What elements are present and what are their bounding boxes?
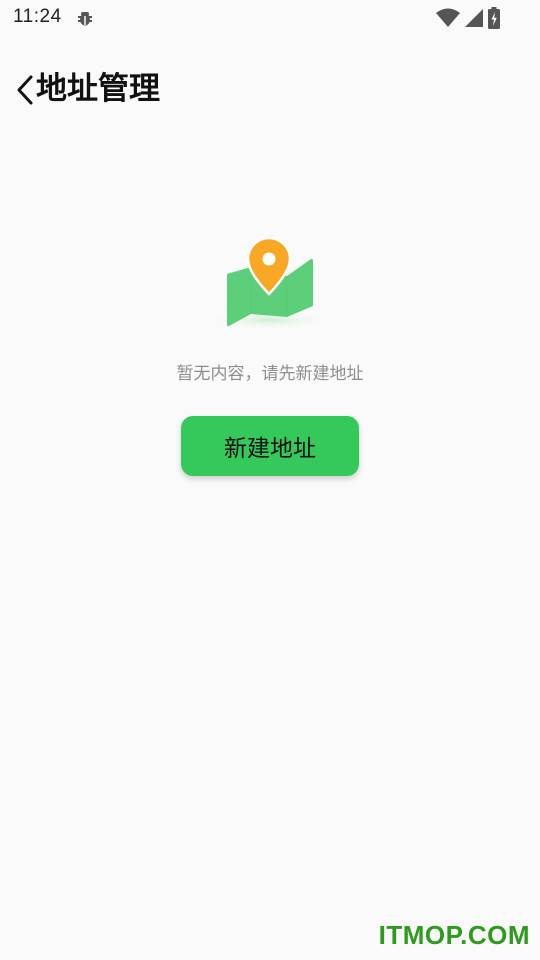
debug-bug-icon xyxy=(76,9,94,31)
wifi-icon xyxy=(436,8,460,32)
new-address-button[interactable]: 新建地址 xyxy=(181,416,359,476)
empty-state-illustration xyxy=(203,234,335,334)
status-bar: 11:24 xyxy=(0,0,540,36)
empty-state-message: 暂无内容，请先新建地址 xyxy=(176,364,364,384)
status-icons xyxy=(436,7,500,33)
page-title: 地址管理 xyxy=(36,71,160,107)
chevron-left-icon xyxy=(17,75,33,105)
back-button[interactable] xyxy=(14,71,36,107)
app-header: 地址管理 xyxy=(0,66,540,112)
cell-signal-icon xyxy=(464,8,484,32)
watermark: ITMOP.COM xyxy=(378,920,530,950)
battery-charging-icon xyxy=(488,7,500,33)
status-time: 11:24 xyxy=(13,6,62,27)
